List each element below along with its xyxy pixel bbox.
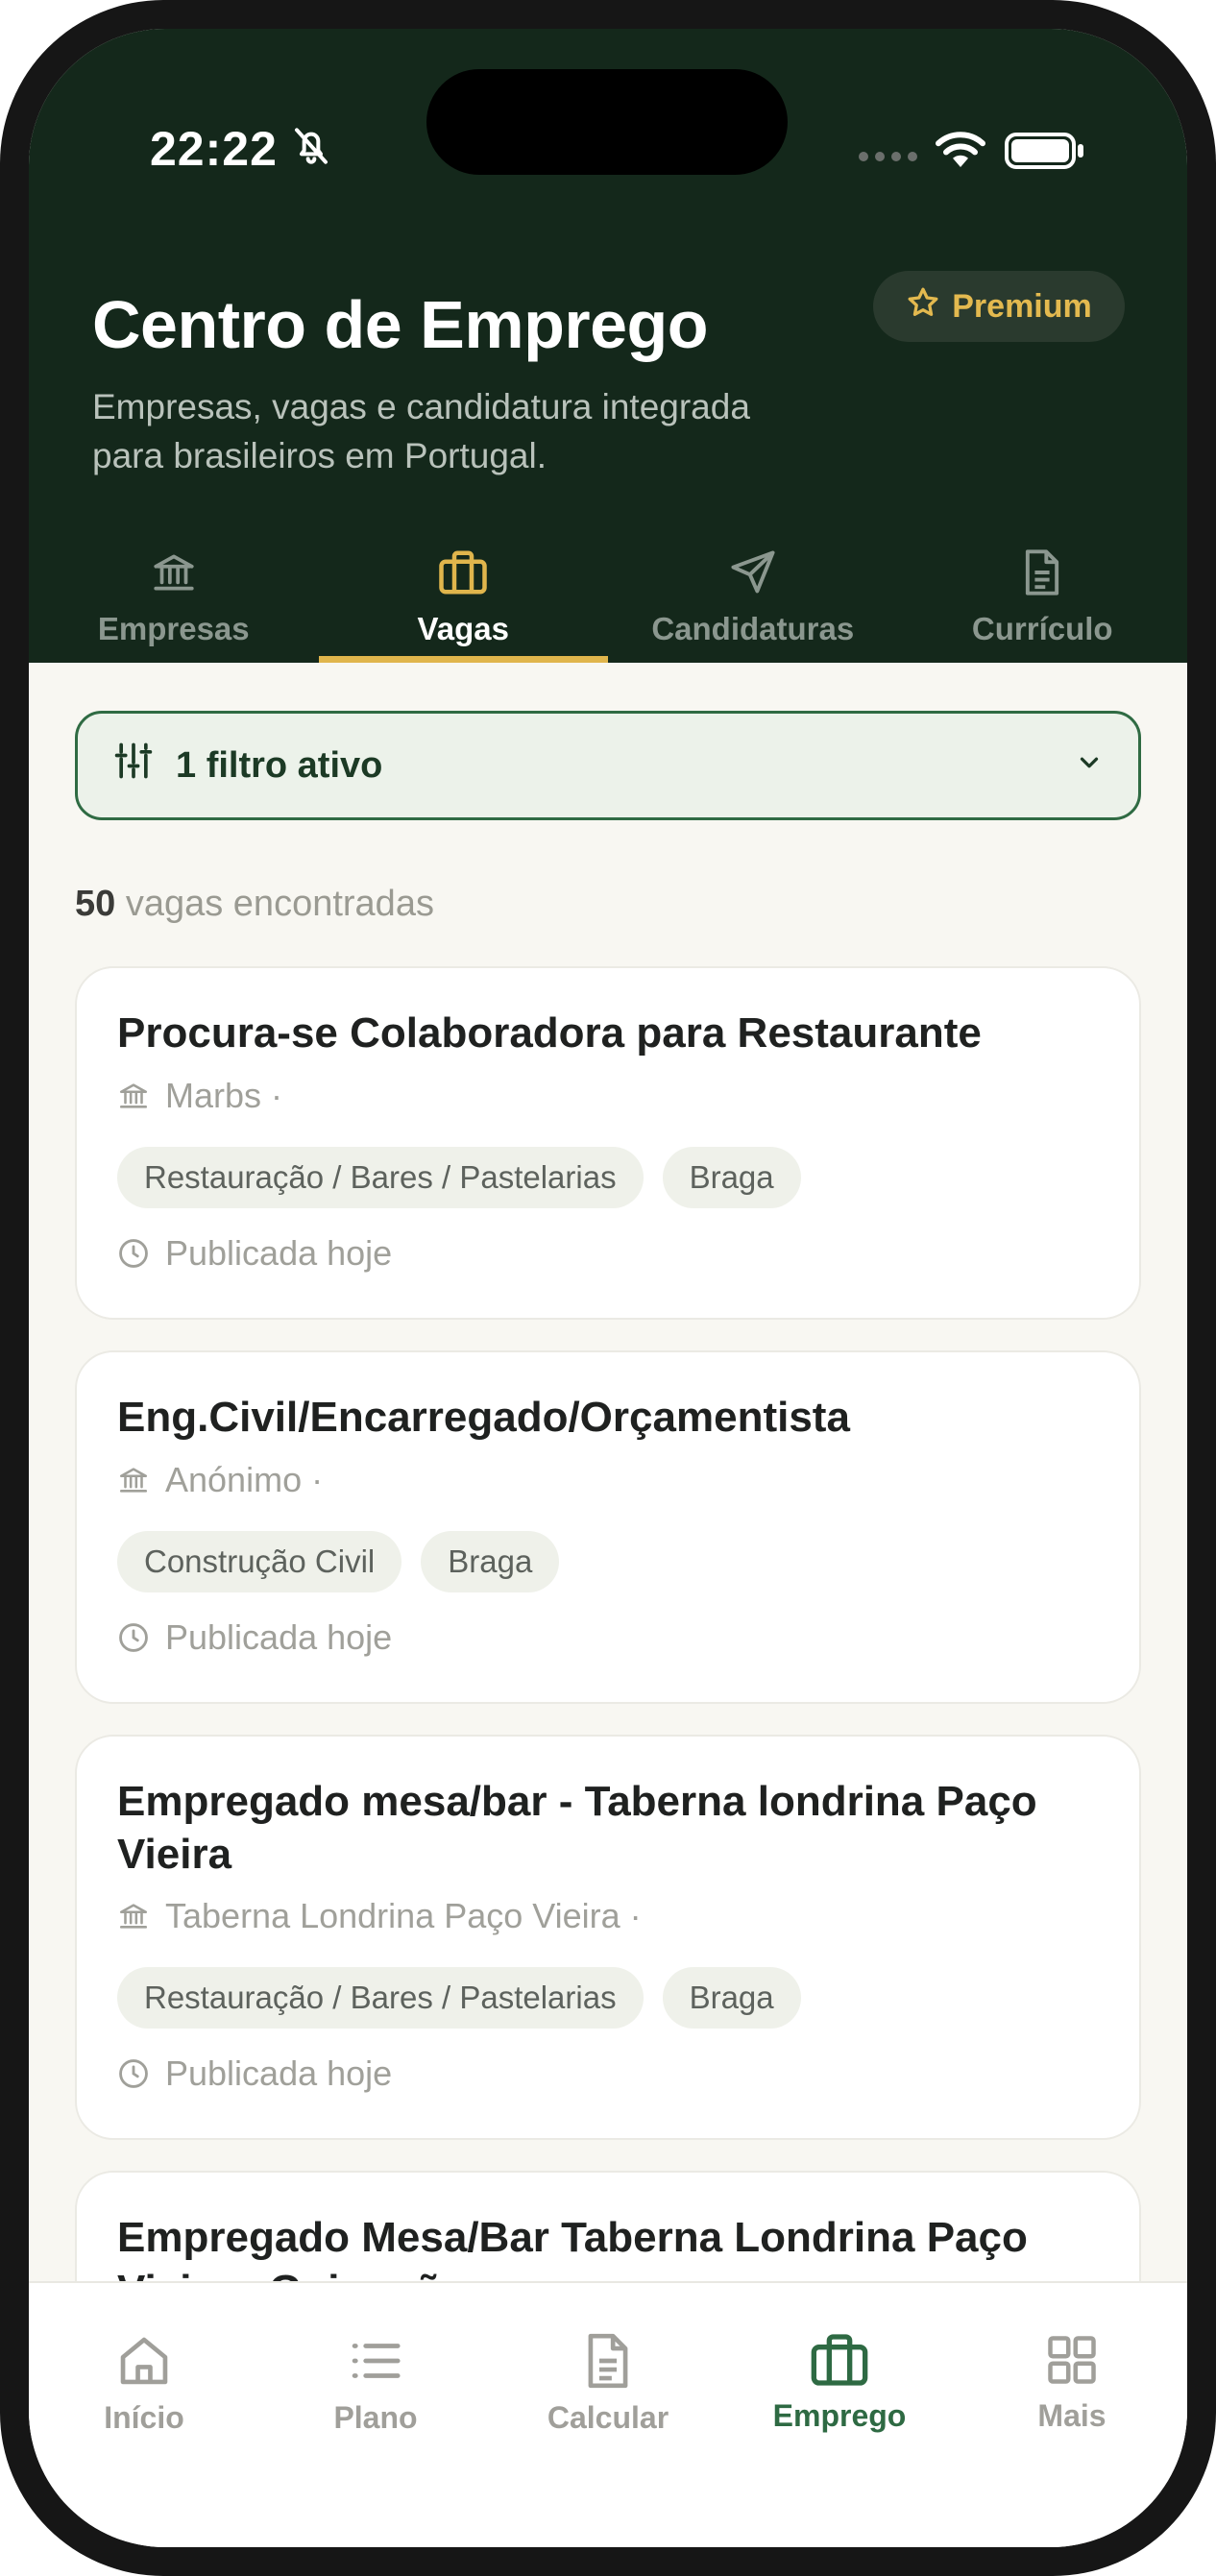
job-tags: Construção Civil Braga	[117, 1531, 560, 1592]
send-icon	[728, 544, 778, 601]
chevron-down-icon	[1075, 745, 1104, 787]
tab-label: Empresas	[97, 611, 250, 646]
company-name: Marbs ·	[165, 1076, 283, 1115]
bell-muted-icon	[292, 125, 330, 172]
company-name: Anónimo ·	[165, 1460, 324, 1499]
date-label: Publicada hoje	[165, 1233, 393, 1273]
results-label: vagas encontradas	[125, 884, 434, 924]
job-date: Publicada hoje	[117, 2054, 392, 2094]
tab-label: Candidaturas	[651, 611, 855, 646]
list-icon	[352, 2344, 401, 2378]
page-subtitle: Empresas, vagas e candidatura integrada …	[92, 387, 750, 475]
page-title: Centro de Emprego	[92, 287, 709, 362]
filter-label: 1 filtro ativo	[176, 744, 383, 786]
briefcase-icon	[811, 2334, 868, 2386]
briefcase-icon	[437, 544, 489, 601]
tag-location: Braga	[421, 1531, 560, 1592]
tag-category: Restauração / Bares / Pastelarias	[117, 1147, 644, 1208]
date-label: Publicada hoje	[165, 2054, 393, 2093]
job-card[interactable]: Empregado mesa/bar - Taberna londrina Pa…	[75, 1735, 1141, 2140]
wifi-icon	[934, 129, 987, 174]
clock-icon	[119, 2059, 148, 2088]
star-icon	[906, 285, 940, 328]
nav-item-emprego[interactable]: Emprego	[724, 2331, 955, 2434]
dynamic-island	[426, 69, 788, 175]
tab-label: Vagas	[417, 611, 509, 646]
job-title: Empregado mesa/bar - Taberna londrina Pa…	[117, 1778, 1037, 1878]
job-date: Publicada hoje	[117, 1617, 392, 1658]
header: 22:22 Centro de Emprego Empresas, vagas …	[29, 29, 1187, 663]
job-company: Anónimo ·	[117, 1460, 323, 1500]
bank-icon	[150, 544, 198, 601]
tab-candidaturas[interactable]: Candidaturas	[608, 528, 898, 663]
filter-dropdown[interactable]: 1 filtro ativo	[75, 711, 1141, 820]
nav-label: Mais	[1037, 2398, 1107, 2433]
tab-empresas[interactable]: Empresas	[29, 528, 319, 663]
bank-icon	[119, 1468, 148, 1493]
document-icon	[1020, 544, 1064, 601]
job-tags: Restauração / Bares / Pastelarias Braga	[117, 1147, 801, 1208]
job-company: Marbs ·	[117, 1076, 282, 1116]
date-label: Publicada hoje	[165, 1617, 393, 1657]
nav-label: Plano	[333, 2400, 418, 2435]
job-company: Taberna Londrina Paço Vieira ·	[117, 1896, 642, 1936]
tab-vagas[interactable]: Vagas	[318, 528, 608, 663]
nav-item-mais[interactable]: Mais	[957, 2331, 1187, 2434]
job-tags: Restauração / Bares / Pastelarias Braga	[117, 1967, 801, 2029]
company-name: Taberna Londrina Paço Vieira ·	[165, 1896, 642, 1935]
job-date: Publicada hoje	[117, 1233, 392, 1274]
tab-label: Currículo	[971, 611, 1113, 646]
tab-bar: Empresas Vagas Candidaturas Currículo	[29, 528, 1187, 663]
job-title: Procura-se Colaboradora para Restaurante	[117, 1009, 982, 1057]
tab-curriculo[interactable]: Currículo	[898, 528, 1188, 663]
nav-label: Início	[104, 2400, 184, 2435]
job-list-content[interactable]: 1 filtro ativo 50 vagas encontradas Proc…	[29, 663, 1187, 2310]
nav-item-plano[interactable]: Plano	[260, 2331, 491, 2436]
tag-location: Braga	[662, 1967, 801, 2029]
battery-icon	[1005, 133, 1085, 174]
tag-location: Braga	[662, 1147, 801, 1208]
results-count: 50 vagas encontradas	[75, 884, 434, 925]
tag-category: Construção Civil	[117, 1531, 402, 1592]
results-number: 50	[75, 884, 116, 924]
bank-icon	[119, 1083, 148, 1108]
premium-label: Premium	[952, 287, 1092, 325]
job-title: Eng.Civil/Encarregado/Orçamentista	[117, 1394, 850, 1441]
home-icon	[120, 2337, 168, 2385]
device-frame: 22:22 Centro de Emprego Empresas, vagas …	[0, 0, 1216, 2576]
nav-label: Calcular	[547, 2400, 669, 2435]
bottom-nav: Início Plano Calcular Emprego Mais	[29, 2281, 1187, 2547]
job-card[interactable]: Procura-se Colaboradora para Restaurante…	[75, 966, 1141, 1320]
premium-button[interactable]: Premium	[873, 271, 1125, 342]
clock-icon	[119, 1239, 148, 1268]
nav-item-calcular[interactable]: Calcular	[493, 2331, 723, 2436]
nav-item-inicio[interactable]: Início	[29, 2331, 259, 2436]
clock-icon	[119, 1623, 148, 1652]
active-tab-indicator	[318, 656, 608, 663]
bank-icon	[119, 1904, 148, 1929]
document-icon	[588, 2333, 628, 2389]
nav-label: Emprego	[772, 2398, 907, 2433]
screen: 22:22 Centro de Emprego Empresas, vagas …	[29, 29, 1187, 2547]
status-time: 22:22	[150, 122, 278, 176]
cellular-icon	[859, 152, 917, 161]
job-card[interactable]: Eng.Civil/Encarregado/Orçamentista Anóni…	[75, 1350, 1141, 1704]
tag-category: Restauração / Bares / Pastelarias	[117, 1967, 644, 2029]
sliders-icon	[112, 740, 155, 791]
grid-icon	[1048, 2336, 1096, 2384]
